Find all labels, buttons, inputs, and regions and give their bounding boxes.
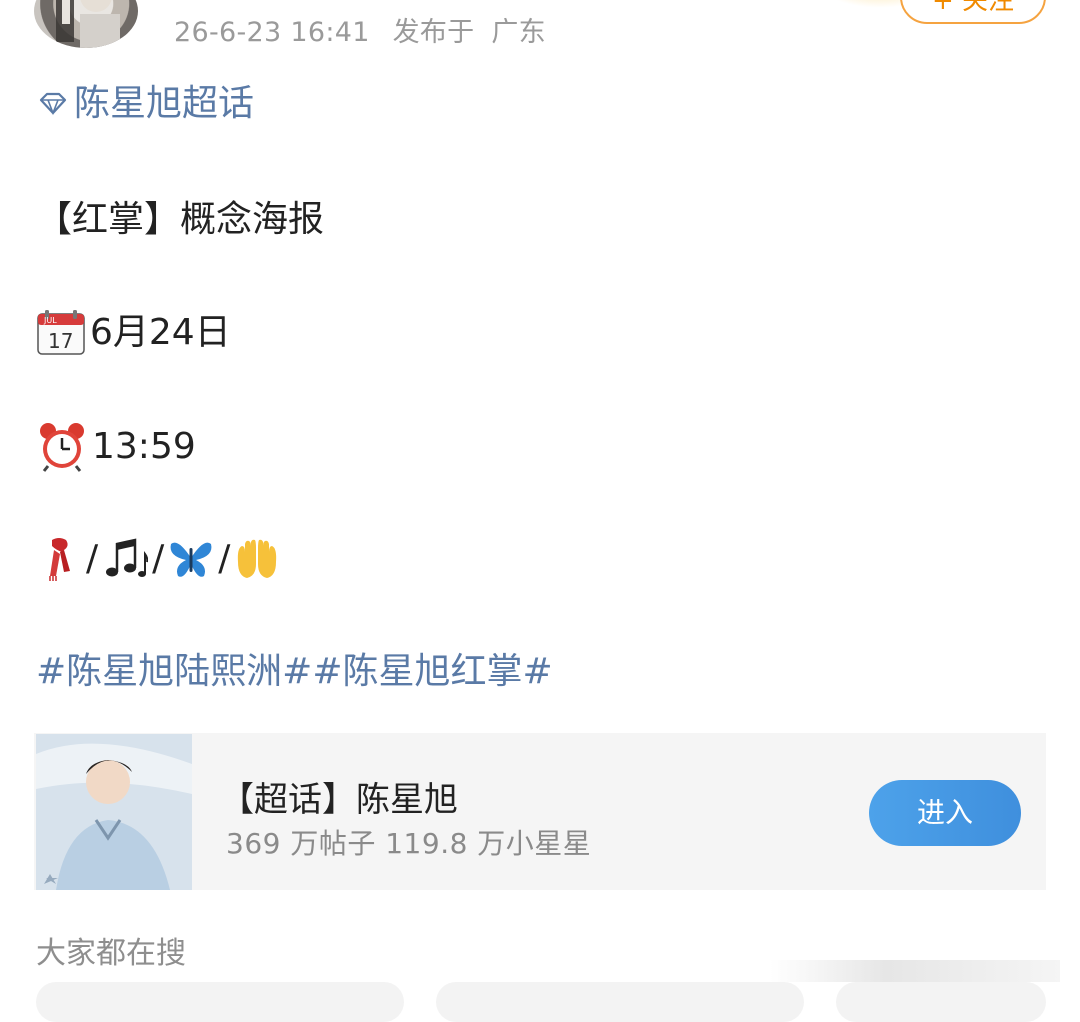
trending-search-label: 大家都在搜 [36,936,186,971]
post-date-row: JUL 17 6月24日 [36,310,231,356]
follow-button[interactable]: + 关注 [900,0,1046,24]
post-location-label: 发布于 [392,17,475,48]
music-notes-icon [106,538,149,577]
scarf-icon [49,538,70,581]
author-avatar[interactable] [34,0,138,48]
super-topic-card-stats: 369 万帖子 119.8 万小星星 [226,827,592,860]
hashtag-link[interactable]: #陈星旭陆熙洲# [36,651,312,692]
diamond-icon [39,92,67,116]
butterfly-icon [170,542,212,577]
raised-hands-icon [238,539,277,578]
post-meta: 26-6-23 16:41 发布于 广东 [174,10,546,49]
svg-text:JUL: JUL [43,316,57,325]
post-time-row: 13:59 [36,422,196,472]
trending-search-item[interactable] [836,982,1046,1022]
post-timestamp: 26-6-23 16:41 [174,17,370,48]
super-topic-thumbnail [36,734,192,890]
post-location: 广东 [491,17,546,48]
super-topic-link[interactable]: 陈星旭超话 [36,82,254,126]
alarm-clock-icon [40,423,84,472]
emoji-row: / / / [36,536,280,582]
super-topic-name: 陈星旭超话 [74,83,255,124]
calendar-icon: JUL 17 [37,310,85,355]
svg-text:17: 17 [48,329,73,353]
hashtag-row: #陈星旭陆熙洲##陈星旭红掌# [36,650,553,694]
separator: / [152,538,165,579]
divider [770,960,1060,982]
post-time: 13:59 [92,426,196,467]
post-title: 【红掌】概念海报 [36,199,325,240]
post-date: 6月24日 [90,312,231,353]
trending-search-item[interactable] [436,982,804,1022]
trending-search-item[interactable] [36,982,404,1022]
super-topic-card-title: 【超话】陈星旭 [220,780,458,820]
separator: / [86,538,99,579]
separator: / [218,538,231,579]
hashtag-link[interactable]: #陈星旭红掌# [312,651,552,692]
enter-button[interactable]: 进入 [869,780,1021,846]
